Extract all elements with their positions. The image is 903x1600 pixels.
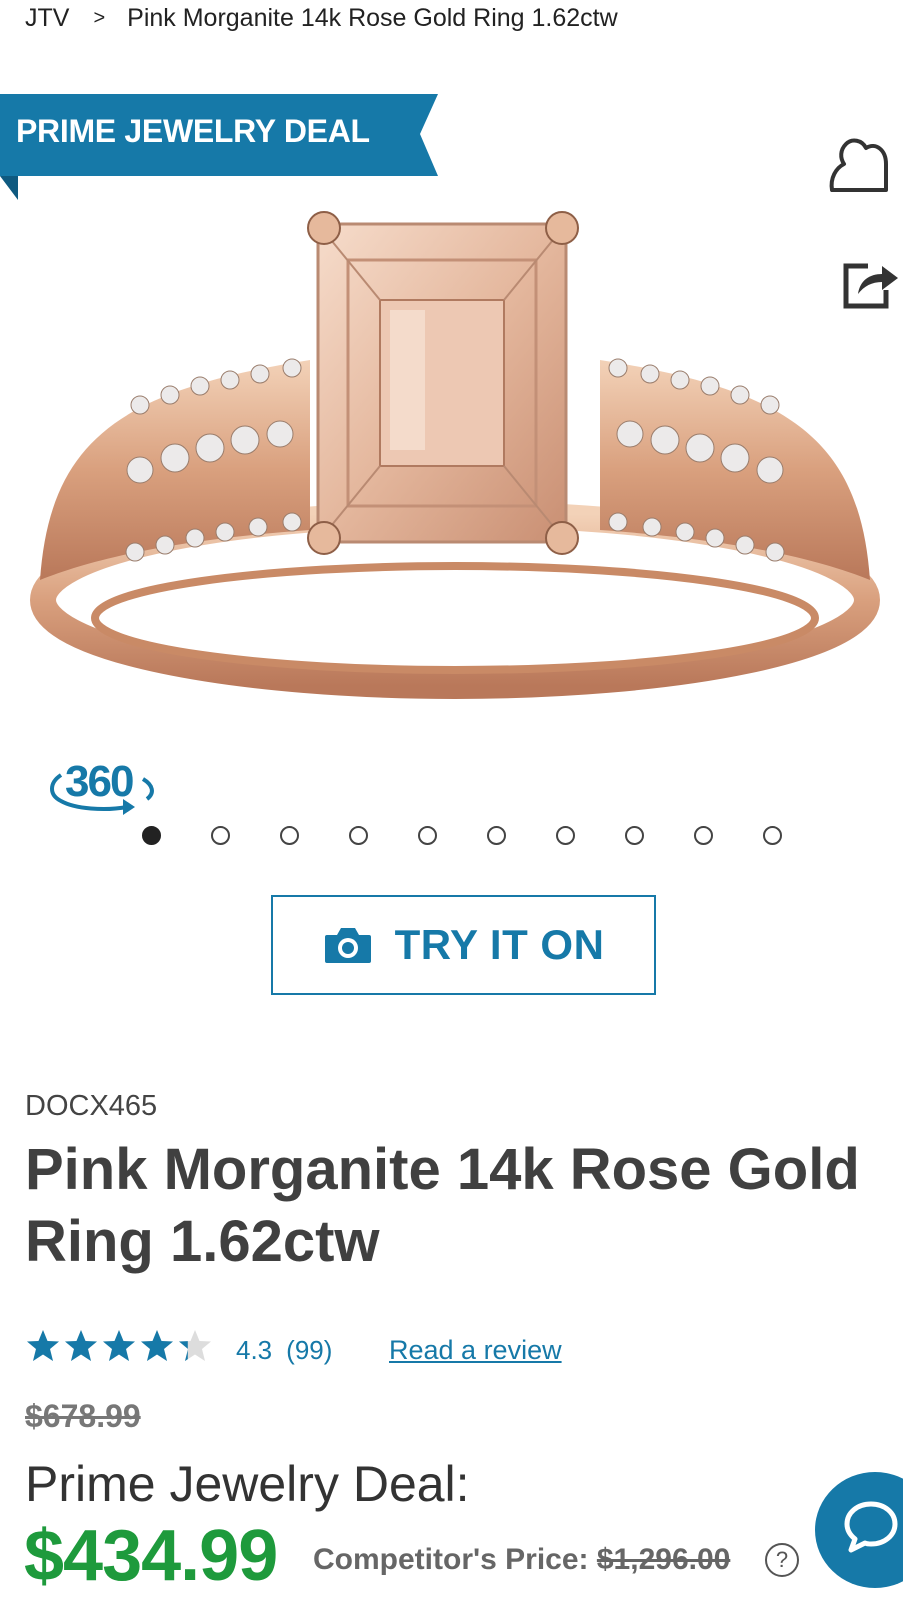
- rotate-360-icon: [50, 773, 154, 815]
- help-icon[interactable]: ?: [765, 1543, 799, 1577]
- gallery-dot[interactable]: [142, 826, 161, 845]
- star-icon: [25, 1328, 61, 1364]
- rating-value: 4.3: [236, 1335, 273, 1365]
- breadcrumb-home-link[interactable]: JTV: [25, 4, 69, 33]
- view-360-button[interactable]: 360: [47, 757, 163, 819]
- deal-price: $434.99: [24, 1516, 278, 1596]
- gallery-dot[interactable]: [625, 826, 644, 845]
- competitor-price-label: Competitor's Price:: [313, 1543, 589, 1576]
- breadcrumb-current: Pink Morganite 14k Rose Gold Ring 1.62ct…: [127, 4, 618, 32]
- star-icon: [101, 1328, 137, 1364]
- original-price: $678.99: [25, 1398, 141, 1434]
- competitor-price: Competitor's Price: $1,296.00: [313, 1543, 730, 1577]
- competitor-price-value: $1,296.00: [596, 1543, 731, 1576]
- gallery-dot[interactable]: [763, 826, 782, 845]
- rating-summary[interactable]: 4.3 (99): [236, 1335, 332, 1366]
- prime-deal-banner: PRIME JEWELRY DEAL: [0, 94, 440, 200]
- try-it-on-label: TRY IT ON: [394, 921, 605, 968]
- gallery-dot[interactable]: [349, 826, 368, 845]
- review-count: (99): [286, 1335, 333, 1365]
- gallery-dot[interactable]: [556, 826, 575, 845]
- breadcrumb: JTV > Pink Morganite 14k Rose Gold Ring …: [25, 4, 618, 33]
- gallery-dot[interactable]: [694, 826, 713, 845]
- gallery-dot[interactable]: [487, 826, 506, 845]
- gallery-pagination: [142, 826, 782, 845]
- wishlist-button[interactable]: [828, 136, 894, 198]
- deal-label: Prime Jewelry Deal:: [25, 1456, 470, 1512]
- product-sku: DOCX465: [25, 1090, 158, 1122]
- gallery-dot[interactable]: [418, 826, 437, 845]
- camera-icon: [324, 928, 371, 963]
- prime-deal-banner-text: PRIME JEWELRY DEAL: [16, 113, 370, 149]
- gallery-dot[interactable]: [211, 826, 230, 845]
- product-image[interactable]: [30, 200, 880, 710]
- star-icon: [177, 1328, 213, 1364]
- product-title: Pink Morganite 14k Rose Gold Ring 1.62ct…: [25, 1137, 860, 1274]
- read-review-link[interactable]: Read a review: [389, 1335, 562, 1366]
- chat-button[interactable]: [815, 1472, 903, 1588]
- star-icon: [139, 1328, 175, 1364]
- try-it-on-button[interactable]: TRY IT ON: [271, 895, 656, 995]
- star-icon: [63, 1328, 99, 1364]
- breadcrumb-separator: >: [93, 7, 106, 29]
- heart-icon: [829, 138, 888, 192]
- gallery-dot[interactable]: [280, 826, 299, 845]
- rating-stars[interactable]: [25, 1328, 213, 1364]
- chat-bubble-icon: [844, 1501, 898, 1553]
